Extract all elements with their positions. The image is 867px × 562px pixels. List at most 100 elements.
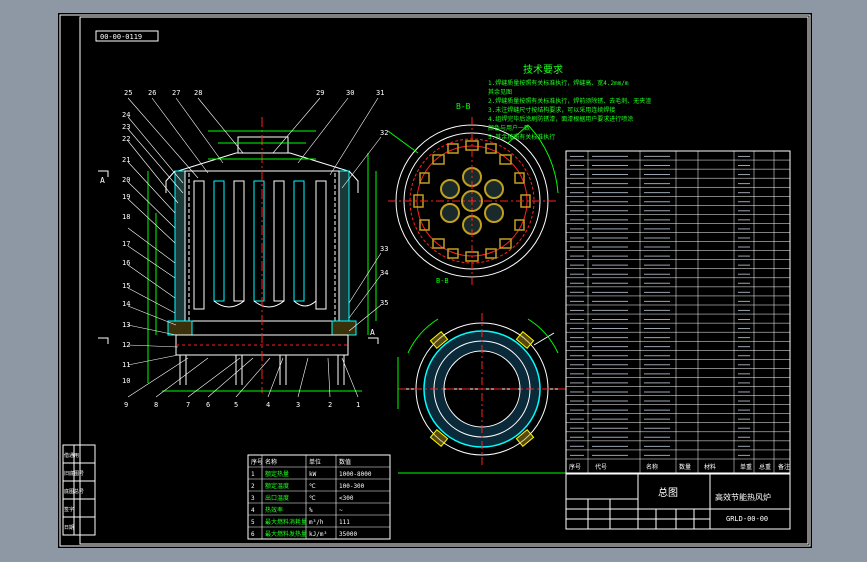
balloon-11: 11 [122,361,130,369]
section-b-lower-label: B-B [436,277,449,285]
bom-h-6: 总重 [759,463,771,471]
balloon-4: 4 [266,401,270,409]
parameter-table: 序号 名称 单位 数值 1 额定热量 kW 1000-8000 2 额定温度 ℃ 100-300 3 出口… [247,454,391,540]
tech-line-0: 1.焊缝质量按照有关标准执行，焊缝高、宽4.2mm/m [488,79,629,87]
balloon-17: 17 [122,240,130,248]
section-bb-view: B-B [387,102,559,285]
balloon-29: 29 [316,89,324,97]
bom-h-0: 序号 [569,463,581,471]
param-cell: m³/h [309,519,324,526]
param-header-3: 数值 [339,458,351,466]
param-cell: 111 [339,519,350,526]
balloon-28: 28 [194,89,202,97]
balloon-18: 18 [122,213,130,221]
bom-h-5: 单重 [740,463,752,471]
param-cell: 额定热量 [265,470,289,478]
balloon-14: 14 [122,300,130,308]
balloon-20: 20 [122,176,130,184]
param-cell: 额定温度 [265,482,289,490]
tech-line-5: 颜色与用户一致 [488,124,530,132]
balloon-32: 32 [380,129,388,137]
param-cell: 3 [251,495,255,502]
left-strip: 借通用 旧底图号 底图总号 签字 日期 [62,444,96,536]
balloon-10: 10 [122,377,130,385]
balloon-3: 3 [296,401,300,409]
param-cell: 2 [251,483,255,490]
balloon-9: 9 [124,401,128,409]
balloon-34: 34 [380,269,388,277]
param-cell: ~ [339,507,343,514]
balloon-21: 21 [122,156,130,164]
balloon-13: 13 [122,321,130,329]
elevation-view: A A [98,117,379,393]
param-header-0: 序号 [251,458,263,466]
param-cell: 1 [251,471,255,478]
title-code: GRLD-00-00 [726,515,768,523]
param-cell: <300 [339,495,354,502]
tech-line-6: 5.其余按照有关标准执行 [488,133,555,141]
section-mark-a-right: A [370,328,375,337]
drawing-sheet: 00-00-0119 借通用 旧底图号 底图总号 签字 日期 A A 25 26… [58,13,812,548]
param-cell: kW [309,471,317,478]
balloon-25: 25 [124,89,132,97]
balloon-1: 1 [356,401,360,409]
balloon-23: 23 [122,123,130,131]
balloon-35: 35 [380,299,388,307]
balloon-16: 16 [122,259,130,267]
param-cell: 出口温度 [265,494,289,502]
param-cell: 6 [251,531,255,538]
section-lower-view: B-B [397,277,566,474]
balloon-12: 12 [122,341,130,349]
param-cell: 1000-8000 [339,471,372,478]
left-strip-4: 日期 [64,525,74,531]
left-strip-1: 旧底图号 [64,470,84,477]
balloon-19: 19 [122,193,130,201]
balloon-22: 22 [122,135,130,143]
balloon-7: 7 [186,401,190,409]
parts-list-header: 序号 代号 名称 数量 材料 单重 总重 备注 [569,463,790,471]
balloon-27: 27 [172,89,180,97]
bom-h-7: 备注 [778,463,790,471]
bom-h-3: 数量 [679,463,691,471]
param-cell: 最大燃料消耗量 [265,518,307,526]
param-cell: 5 [251,519,255,526]
drawing-number: 00-00-0119 [100,33,142,41]
balloon-31: 31 [376,89,384,97]
tech-title: 技术要求 [523,63,563,76]
balloon-26: 26 [148,89,156,97]
balloon-2: 2 [328,401,332,409]
left-strip-2: 底图总号 [64,488,84,495]
param-cell: 4 [251,507,255,514]
balloon-33: 33 [380,245,388,253]
balloon-5: 5 [234,401,238,409]
param-cell: 35000 [339,531,357,538]
bom-h-4: 材料 [704,463,716,471]
param-header-2: 单位 [309,458,321,466]
balloon-15: 15 [122,282,130,290]
param-cell: 热效率 [265,506,283,514]
cad-drawing: 00-00-0119 借通用 旧底图号 底图总号 签字 日期 A A 25 26… [59,14,811,547]
title-name: 总图 [658,486,678,499]
section-mark-a-left: A [100,176,105,185]
title-product: 高效节能热风炉 [715,492,771,502]
tech-line-2: 2.焊缝质量按照有关标准执行，焊前须除锈、去毛刺、无夹渣 [488,97,651,105]
tech-requirements: 技术要求 1.焊缝质量按照有关标准执行，焊缝高、宽4.2mm/m 其余见图 2.… [488,63,651,141]
bom-h-1: 代号 [595,463,607,471]
left-strip-0: 借通用 [64,452,79,459]
tech-line-4: 4.组焊完毕后涂刷防锈漆，面漆根据用户要求进行喷涂 [488,115,633,123]
param-cell: ℃ [309,483,316,490]
param-cell: % [309,507,313,514]
bom-h-2: 名称 [646,463,658,471]
balloon-30: 30 [346,89,354,97]
param-cell: kJ/m³ [309,531,327,538]
tech-line-3: 3.未注焊缝尺寸按结构要求，可以采用连续焊接 [488,106,615,114]
left-strip-3: 签字 [64,506,74,513]
param-cell: ℃ [309,495,316,502]
bom-frame [565,150,791,474]
param-header-1: 名称 [265,458,277,466]
title-block: 总图 高效节能热风炉 GRLD-00-00 [565,473,791,530]
param-cell: 最大燃料发热量 [265,530,307,538]
section-bb-label: B-B [456,102,471,111]
balloon-6: 6 [206,401,210,409]
tech-line-1: 其余见图 [488,88,512,96]
